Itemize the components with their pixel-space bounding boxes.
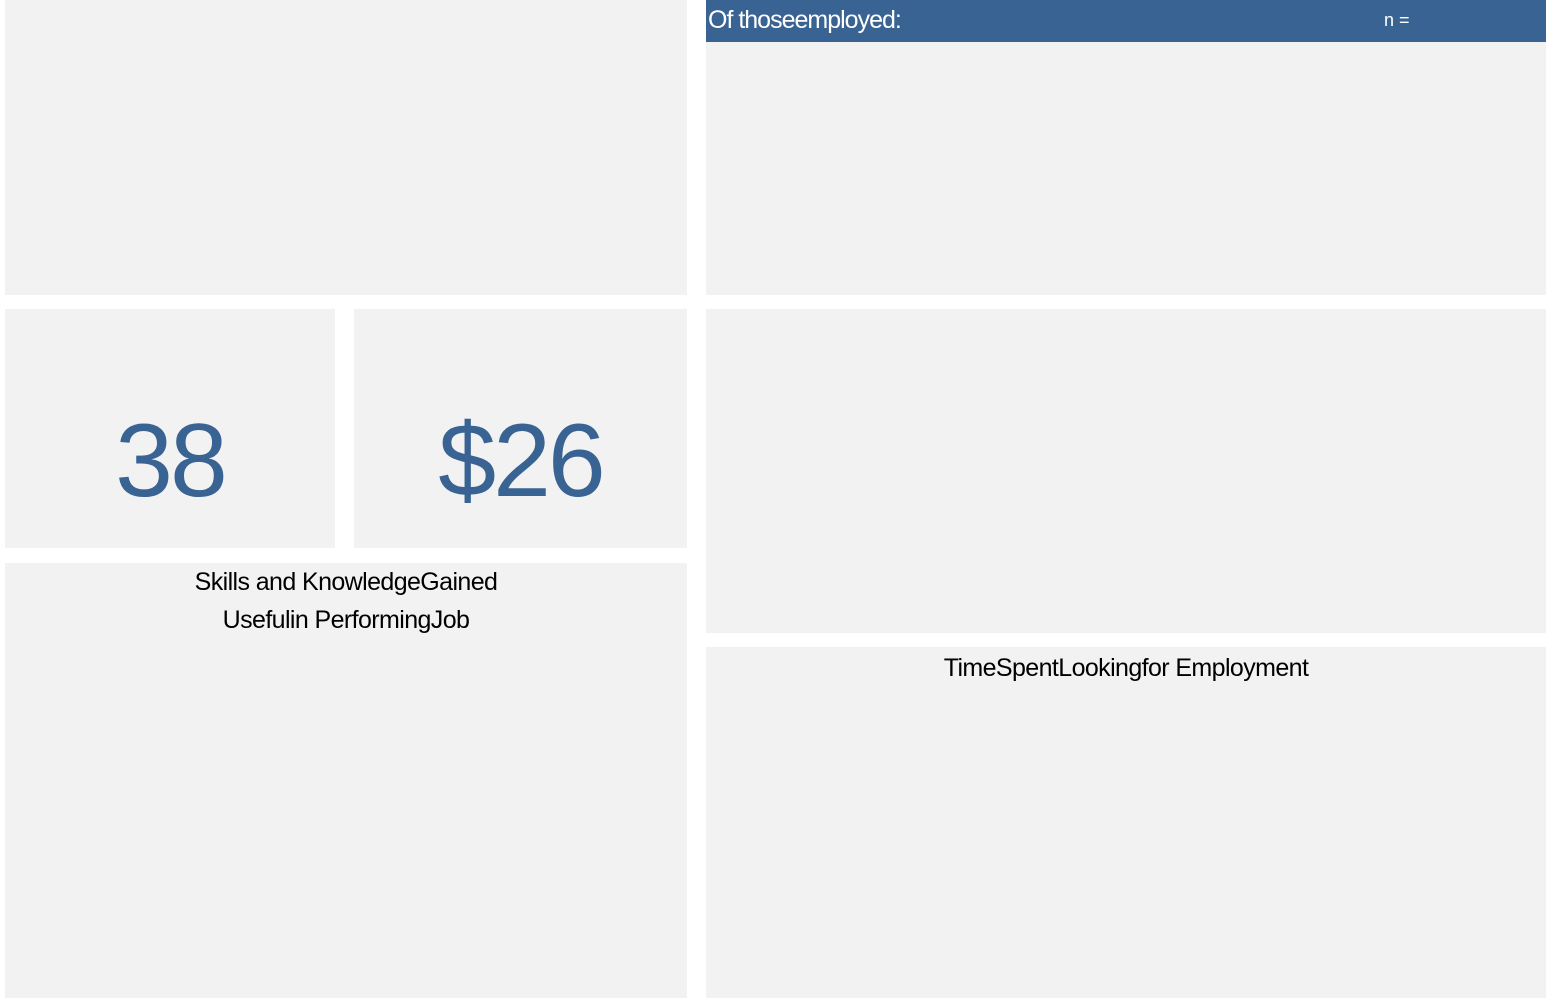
skills-caption-line1: Skills and KnowledgeGained bbox=[194, 568, 498, 596]
top-left-panel bbox=[5, 0, 687, 295]
metric-card-right: $26 bbox=[354, 309, 687, 548]
metric-card-left: 38 bbox=[5, 309, 335, 548]
metric-value-left: 38 bbox=[115, 403, 228, 519]
time-spent-caption: TimeSpentLookingfor Employment bbox=[943, 654, 1309, 682]
sample-size-label: n = bbox=[1384, 10, 1410, 30]
metric-value-right: $26 bbox=[438, 403, 606, 519]
skills-panel: Skills and KnowledgeGained Usefulin Perf… bbox=[5, 563, 687, 998]
time-spent-panel: TimeSpentLookingfor Employment bbox=[706, 647, 1546, 998]
header-title: Of thoseemployed: bbox=[708, 6, 902, 34]
skills-caption-line2: Usefulin PerformingJob bbox=[222, 606, 470, 634]
skills-caption: Skills and KnowledgeGained Usefulin Perf… bbox=[5, 563, 687, 639]
employed-header: Of thoseemployed: n = bbox=[706, 0, 1546, 42]
middle-right-panel bbox=[706, 309, 1546, 633]
top-right-panel bbox=[706, 42, 1546, 295]
